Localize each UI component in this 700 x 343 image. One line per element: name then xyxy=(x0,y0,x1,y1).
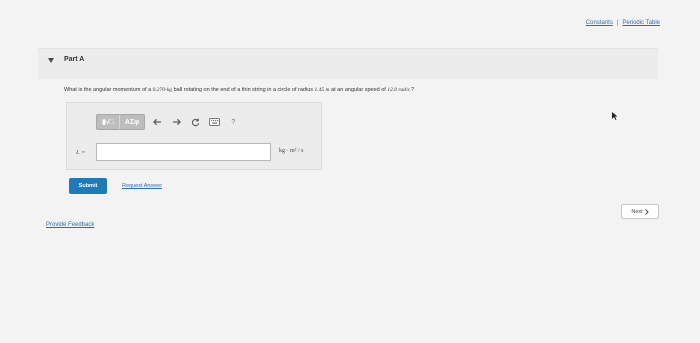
constants-link[interactable]: Constants xyxy=(586,20,613,26)
next-button[interactable]: Next xyxy=(621,204,659,219)
part-title: Part A xyxy=(64,56,85,63)
question-mid1: ball rotating on the end of a thin strin… xyxy=(172,87,315,93)
question-prefix: What is the angular momentum of a xyxy=(64,87,153,93)
undo-icon[interactable] xyxy=(150,115,164,129)
templates-button[interactable]: ▮√□ xyxy=(97,115,119,129)
part-header[interactable]: Part A xyxy=(38,48,658,79)
question-mass: 0.270-kg xyxy=(152,87,173,93)
math-toolbar: ▮√□ ΑΣφ ? xyxy=(96,114,240,130)
template-button-group: ▮√□ ΑΣφ xyxy=(96,114,146,130)
chevron-right-icon xyxy=(644,208,649,215)
symbols-button[interactable]: ΑΣφ xyxy=(118,115,144,129)
unit-label: kg · m² / s xyxy=(279,148,304,154)
question-suffix: ? xyxy=(409,87,415,93)
help-icon[interactable]: ? xyxy=(226,115,240,129)
separator: | xyxy=(616,20,619,26)
question-radius: 1.45 m xyxy=(314,87,330,93)
submit-button[interactable]: Submit xyxy=(69,178,107,194)
mouse-cursor-icon xyxy=(612,112,618,120)
question-speed: 12.0 rad/s xyxy=(387,87,410,93)
provide-feedback-link[interactable]: Provide Feedback xyxy=(46,222,94,228)
next-label: Next xyxy=(631,208,643,215)
question-text: What is the angular momentum of a 0.270-… xyxy=(64,87,414,93)
reset-icon[interactable] xyxy=(188,115,202,129)
question-mid2: at an angular speed of xyxy=(329,87,388,93)
request-answer-link[interactable]: Request Answer xyxy=(122,183,162,189)
keyboard-icon[interactable] xyxy=(207,115,221,129)
redo-icon[interactable] xyxy=(169,115,183,129)
answer-panel: ▮√□ ΑΣφ ? L = kg · m² / s xyxy=(66,102,322,170)
periodic-table-link[interactable]: Periodic Table xyxy=(622,20,660,26)
top-links: Constants | Periodic Table xyxy=(586,20,660,26)
caret-down-icon[interactable] xyxy=(48,58,54,63)
answer-input[interactable] xyxy=(96,143,271,161)
variable-label: L = xyxy=(76,149,86,156)
